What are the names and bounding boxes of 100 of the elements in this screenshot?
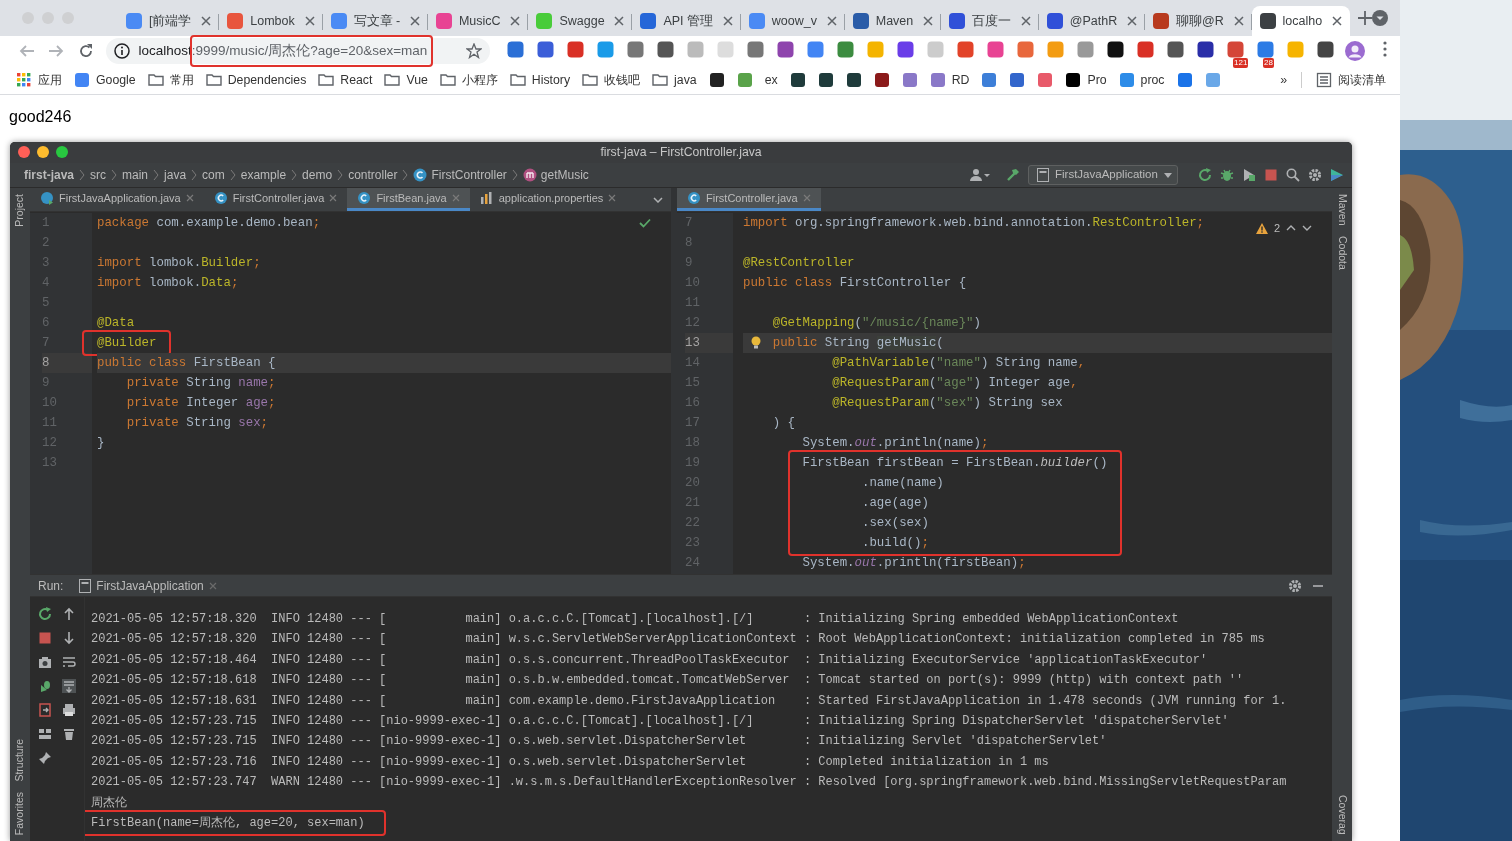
soft-wrap-icon[interactable]	[62, 655, 76, 669]
settings-icon[interactable]	[1288, 578, 1302, 593]
debug-icon[interactable]	[1220, 168, 1234, 182]
breadcrumb[interactable]: main	[122, 166, 149, 184]
avatar-icon[interactable]	[1345, 41, 1365, 61]
bookmarks-overflow-button[interactable]: »	[1274, 68, 1293, 92]
new-tab-icon[interactable]	[1357, 11, 1372, 25]
bookmark[interactable]: 小程序	[433, 68, 504, 92]
rerun-icon[interactable]	[38, 607, 52, 621]
close-icon[interactable]	[1331, 16, 1342, 26]
close-icon[interactable]	[201, 16, 212, 26]
browser-tab[interactable]: 写文章 -	[322, 6, 428, 36]
debug-icon[interactable]	[38, 679, 52, 693]
menu-icon[interactable]	[1383, 41, 1387, 57]
tool-window-button[interactable]: Project	[12, 194, 28, 227]
close-icon[interactable]	[923, 16, 934, 26]
next-icon[interactable]	[1302, 225, 1312, 231]
trash-icon[interactable]	[62, 727, 76, 741]
bookmark[interactable]: React	[312, 68, 379, 92]
tool-window-button[interactable]: Coverag	[1334, 795, 1350, 835]
zoom-button[interactable]	[56, 146, 68, 158]
close-icon[interactable]	[409, 16, 420, 26]
close-icon[interactable]	[329, 194, 338, 202]
browser-tab[interactable]: Maven	[844, 6, 942, 36]
search-icon[interactable]	[1286, 168, 1300, 182]
extension-icon[interactable]	[1166, 41, 1184, 58]
rerun-icon[interactable]	[1198, 168, 1212, 182]
browser-tab[interactable]: localho	[1251, 6, 1350, 36]
close-button[interactable]	[18, 146, 30, 158]
down-arrow-icon[interactable]	[62, 631, 76, 645]
address-bar[interactable]: localhost:9999/music/周杰伦?age=20&sex=man	[106, 38, 490, 64]
intention-bulb-icon[interactable]	[751, 336, 761, 350]
up-arrow-icon[interactable]	[62, 607, 76, 621]
browser-tab[interactable]: Lombok	[219, 6, 323, 36]
bookmark[interactable]: Google	[68, 68, 142, 92]
extension-icon[interactable]	[1316, 41, 1334, 58]
tool-window-button[interactable]: Codota	[1334, 235, 1350, 270]
plugin-icon[interactable]	[1330, 168, 1344, 182]
scroll-to-end-icon[interactable]	[62, 679, 76, 693]
close-icon[interactable]	[1020, 16, 1031, 26]
editor-tab[interactable]: FirstController.java	[203, 188, 348, 211]
close-icon[interactable]	[722, 16, 733, 26]
breadcrumb[interactable]: first-java	[24, 166, 75, 184]
bookmark[interactable]: Dependencies	[199, 68, 313, 92]
user-icon[interactable]	[970, 168, 990, 182]
settings-icon[interactable]	[1308, 168, 1322, 182]
bookmark[interactable]: java	[646, 68, 703, 92]
close-icon[interactable]	[608, 194, 617, 202]
tab-search-icon[interactable]	[1372, 10, 1388, 26]
stop-icon[interactable]	[38, 631, 52, 645]
close-icon[interactable]	[304, 16, 315, 26]
hammer-icon[interactable]	[1006, 168, 1020, 182]
layout-icon[interactable]	[38, 727, 52, 741]
close-icon[interactable]	[614, 16, 625, 26]
browser-tab[interactable]: @PathR	[1038, 6, 1146, 36]
bookmark[interactable]: proc	[1112, 68, 1171, 92]
bookmark-star-icon[interactable]	[466, 43, 482, 59]
extension-icon[interactable]	[896, 41, 914, 58]
browser-tab[interactable]: [前端学	[118, 6, 220, 36]
editor-tab[interactable]: FirstJavaApplication.java	[30, 188, 204, 211]
close-icon[interactable]	[826, 16, 837, 26]
breadcrumb[interactable]: java	[164, 166, 187, 184]
breadcrumb[interactable]: com	[202, 166, 225, 184]
minimize-button[interactable]	[37, 146, 49, 158]
extension-icon[interactable]	[1196, 41, 1214, 58]
breadcrumb[interactable]: getMusic	[522, 166, 589, 184]
close-icon[interactable]	[185, 194, 194, 202]
exit-icon[interactable]	[38, 703, 52, 717]
bookmark[interactable]: RD	[923, 68, 976, 92]
extension-icon[interactable]	[656, 41, 674, 58]
bookmark[interactable]: 应用	[10, 68, 68, 92]
reading-list-button[interactable]: 阅读清单	[1310, 68, 1392, 92]
breadcrumb[interactable]: demo	[302, 166, 333, 184]
camera-icon[interactable]	[38, 655, 52, 669]
browser-tab[interactable]: woow_v	[740, 6, 845, 36]
bookmark[interactable]: 常用	[141, 68, 200, 92]
run-configuration-dropdown[interactable]: FirstJavaApplication	[1028, 165, 1178, 185]
editor-tab[interactable]: FirstController.java	[677, 188, 821, 211]
bookmark[interactable]: ex	[758, 68, 784, 92]
coverage-icon[interactable]	[1242, 168, 1256, 182]
bookmark[interactable]: Vue	[378, 68, 434, 92]
breadcrumb[interactable]: src	[90, 166, 107, 184]
editor-tab[interactable]: application.properties	[469, 188, 627, 211]
extension-icon[interactable]	[1106, 41, 1124, 58]
bookmark[interactable]: History	[503, 68, 577, 92]
tool-window-button[interactable]: Favorites	[12, 791, 28, 835]
previous-icon[interactable]	[1286, 225, 1296, 231]
close-icon[interactable]	[510, 16, 521, 26]
tool-window-button[interactable]: Maven	[1334, 194, 1350, 226]
breadcrumb[interactable]: FirstController	[413, 166, 507, 184]
stop-icon[interactable]	[1264, 168, 1278, 182]
browser-tab[interactable]: API 管理	[632, 6, 741, 36]
tab-list-icon[interactable]	[653, 196, 663, 203]
browser-tab[interactable]: 聊聊@R	[1145, 6, 1252, 36]
reload-icon[interactable]	[77, 43, 94, 59]
print-icon[interactable]	[62, 703, 76, 717]
close-icon[interactable]	[1233, 16, 1244, 26]
run-tab[interactable]: FirstJavaApplication	[73, 576, 223, 595]
close-icon[interactable]	[1127, 16, 1138, 26]
breadcrumb[interactable]: example	[240, 166, 287, 184]
